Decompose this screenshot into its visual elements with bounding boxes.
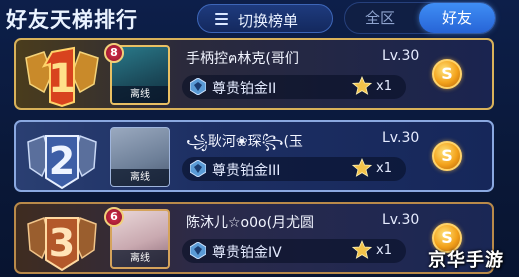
tier-gem-icon [190,242,206,259]
rank-number: 1 [48,56,76,102]
star-count: x1 [376,161,392,176]
offline-status: 离线 [112,250,168,267]
site-watermark: 京华手游 [428,250,504,271]
page-title: 好友天梯排行 [6,8,138,32]
rank-tier-panel: 尊贵铂金III x1 [182,157,406,181]
gift-coin-icon[interactable]: S [432,141,462,171]
player-level: Lv.30 [382,212,420,228]
scope-toggle: 全区 好友 [344,2,496,34]
tier-name: 尊贵铂金IV [212,245,282,261]
player-name: 手柄控ฅ林克(哥们 [186,51,299,67]
star-count: x1 [376,243,392,258]
tier-name: 尊贵铂金III [212,163,281,179]
rank-number: 2 [49,139,75,183]
tier-name: 尊贵铂金II [212,81,277,97]
avatar[interactable]: 离线 [110,127,170,187]
rank-3-emblem-icon: 3 [22,208,102,272]
player-name: ꧁耿河❀琛꧂(玉 [186,134,303,150]
list-icon [215,13,228,25]
rank-2-emblem-icon: 2 [22,126,102,190]
offline-status: 离线 [112,86,168,103]
leaderboard-row[interactable]: 2 离线 ꧁耿河❀琛꧂(玉 Lv.30 尊贵铂金III x1 S [14,120,494,192]
tab-all-region[interactable]: 全区 [351,3,409,33]
tier-gem-icon [190,78,206,95]
tab-friends[interactable]: 好友 [419,3,495,33]
gift-coin-icon[interactable]: S [432,59,462,89]
switch-leaderboard-button[interactable]: 切换榜单 [197,4,333,33]
offline-status: 离线 [111,169,169,186]
player-level-badge: 6 [104,207,124,227]
player-level-badge: 8 [104,43,124,63]
rank-tier-panel: 尊贵铂金IV x1 [182,239,406,263]
leaderboard-row[interactable]: 3 离线 6 陈沐儿☆o0o(月尤圆 Lv.30 尊贵铂金IV x1 S [14,202,494,274]
player-level: Lv.30 [382,130,420,146]
player-name: 陈沐儿☆o0o(月尤圆 [186,215,315,231]
leaderboard-row[interactable]: 1 离线 8 手柄控ฅ林克(哥们 Lv.30 尊贵铂金II x1 S [14,38,494,110]
tier-gem-icon [190,160,206,177]
star-icon [352,76,372,95]
header: 好友天梯排行 切换榜单 全区 好友 [0,0,519,36]
star-icon [352,240,372,259]
player-level: Lv.30 [382,48,420,64]
rank-tier-panel: 尊贵铂金II x1 [182,75,406,99]
star-count: x1 [376,79,392,94]
switch-leaderboard-label: 切换榜单 [238,12,299,30]
star-icon [352,158,372,177]
rank-1-emblem-icon: 1 [22,44,102,108]
rank-number: 3 [49,221,75,265]
